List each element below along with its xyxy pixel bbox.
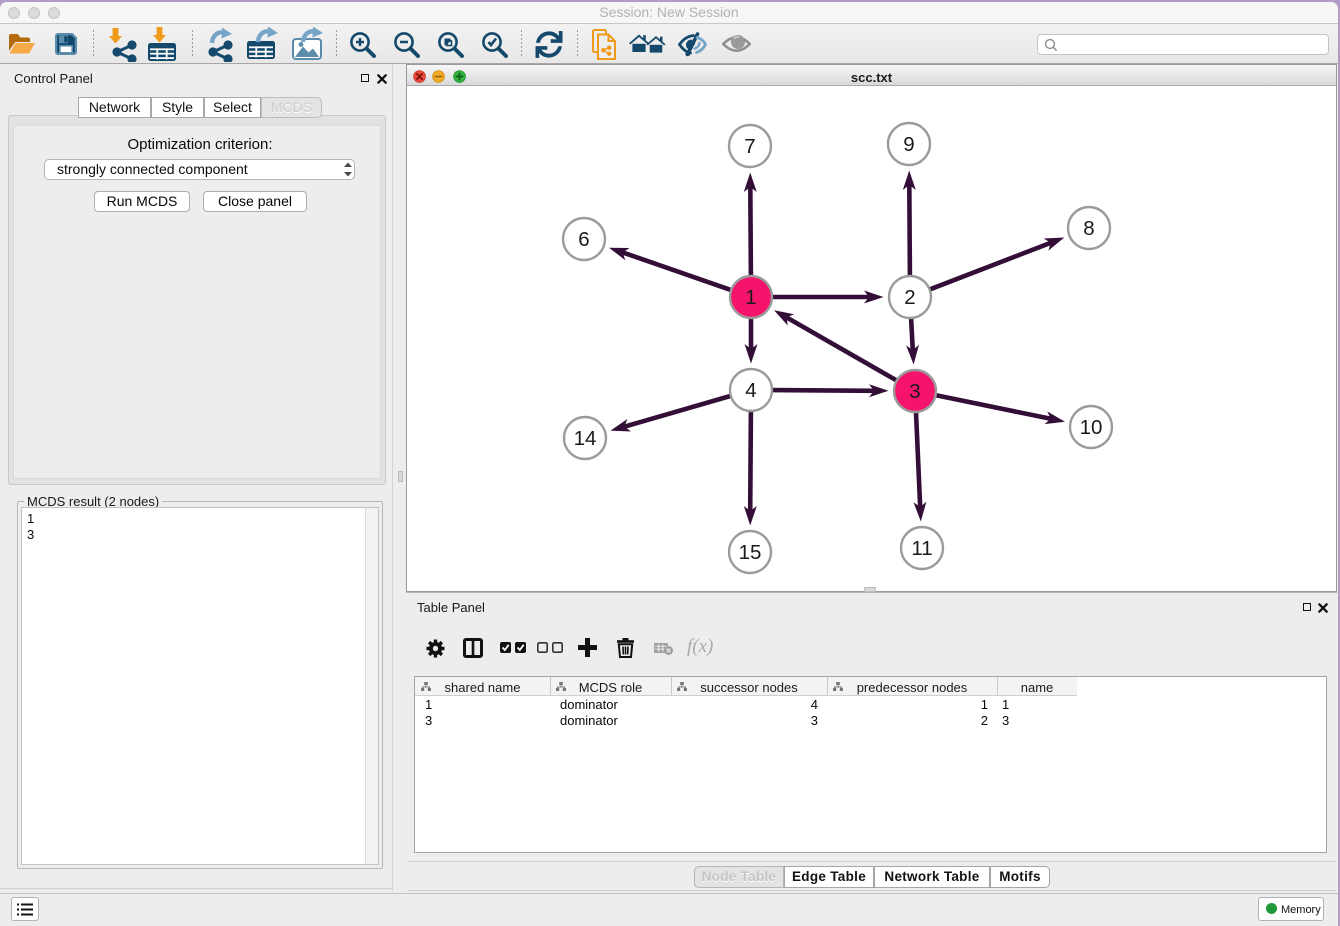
svg-text:14: 14 [574,427,597,450]
svg-text:8: 8 [1083,217,1094,240]
svg-text:10: 10 [1080,416,1103,439]
svg-text:15: 15 [739,541,762,564]
svg-text:7: 7 [744,135,755,158]
svg-text:6: 6 [578,228,589,251]
svg-text:9: 9 [903,133,914,156]
svg-text:2: 2 [904,286,915,309]
svg-text:11: 11 [911,537,932,560]
svg-text:1: 1 [745,286,756,309]
svg-text:4: 4 [745,379,756,402]
svg-text:3: 3 [909,380,920,403]
